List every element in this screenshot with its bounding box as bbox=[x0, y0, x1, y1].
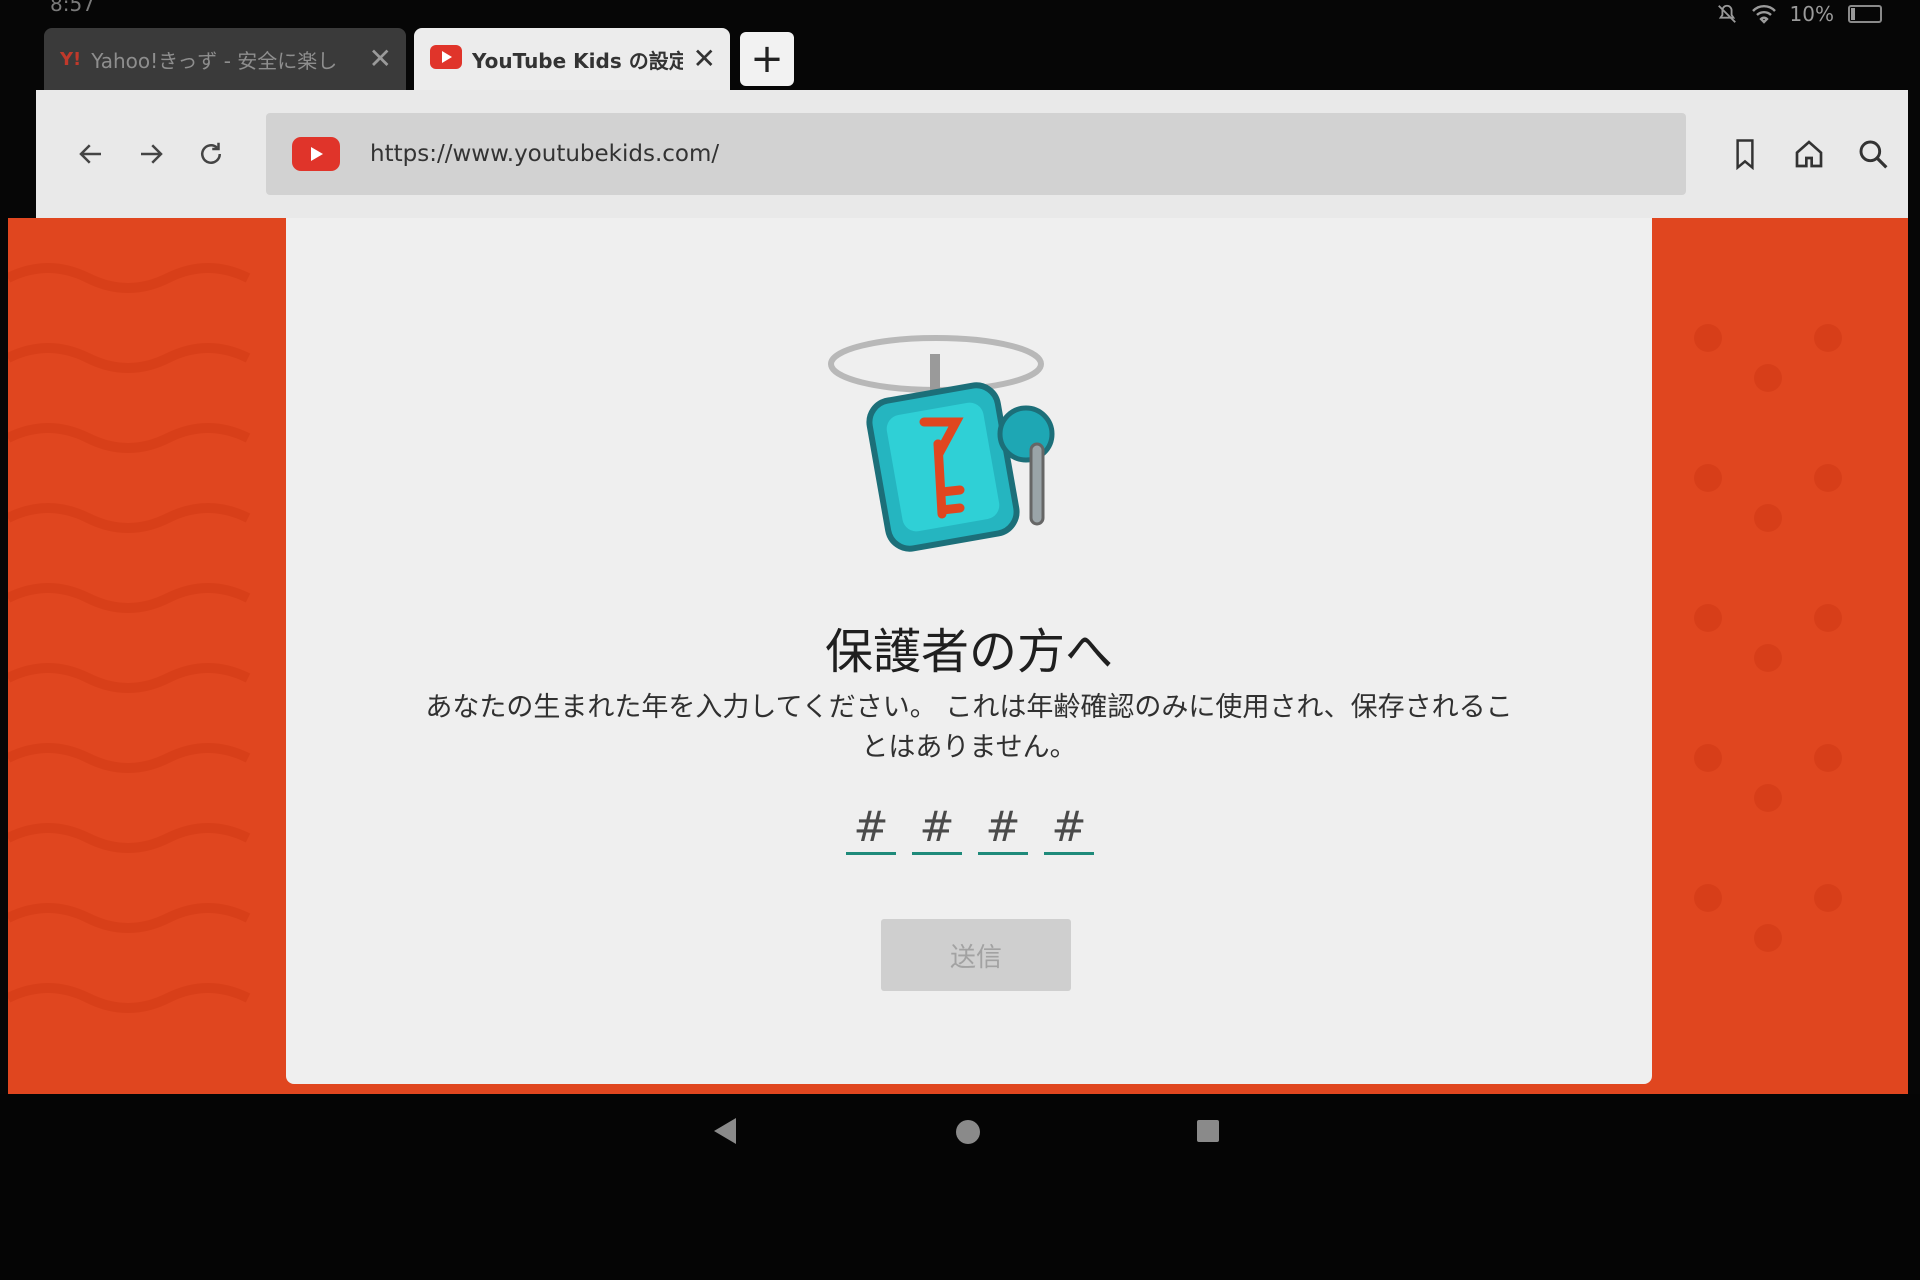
new-tab-button[interactable]: + bbox=[740, 32, 794, 86]
birth-year-digit-3[interactable] bbox=[978, 800, 1028, 855]
tab-yahoo-kids[interactable]: Y! Yahoo!きっず - 安全に楽し ✕ bbox=[44, 28, 406, 90]
bookmark-button[interactable] bbox=[1716, 125, 1774, 183]
home-icon bbox=[1795, 140, 1823, 168]
birth-year-input-group bbox=[846, 800, 1094, 855]
youtube-icon bbox=[430, 45, 462, 73]
submit-button[interactable]: 送信 bbox=[881, 919, 1071, 991]
youtube-icon bbox=[292, 137, 340, 171]
system-home-icon[interactable] bbox=[956, 1120, 980, 1144]
close-tab-icon[interactable]: ✕ bbox=[369, 45, 392, 73]
page-description: あなたの生まれた年を入力してください。 これは年齢確認のみに使用され、保存される… bbox=[425, 692, 1513, 763]
arrow-left-icon bbox=[79, 144, 101, 164]
bookmark-icon bbox=[1736, 139, 1754, 170]
tab-title: YouTube Kids の設定 bbox=[472, 48, 683, 73]
url-text[interactable]: https://www.youtubekids.com/ bbox=[370, 141, 719, 167]
search-icon bbox=[1859, 140, 1888, 169]
birth-year-digit-2[interactable] bbox=[912, 800, 962, 855]
reload-button[interactable] bbox=[182, 125, 240, 183]
browser-toolbar: https://www.youtubekids.com/ bbox=[36, 90, 1908, 218]
parent-verification-card: 保護者の方へ あなたの生まれた年を入力してください。 これは年齢確認のみに使用さ… bbox=[286, 218, 1652, 1084]
forward-button[interactable] bbox=[122, 125, 180, 183]
search-button[interactable] bbox=[1844, 125, 1902, 183]
status-icons: 10% bbox=[1716, 2, 1882, 26]
birth-year-digit-1[interactable] bbox=[846, 800, 896, 855]
wifi-icon bbox=[1751, 4, 1776, 24]
battery-icon bbox=[1848, 5, 1882, 23]
arrow-right-icon bbox=[141, 144, 163, 164]
system-navigation-bar bbox=[0, 1094, 1920, 1280]
tab-strip: Y! Yahoo!きっず - 安全に楽し ✕ YouTube Kids の設定 … bbox=[44, 26, 794, 90]
tab-youtube-kids-settings[interactable]: YouTube Kids の設定 ✕ bbox=[414, 28, 730, 90]
reload-icon bbox=[201, 142, 221, 164]
home-button[interactable] bbox=[1780, 125, 1838, 183]
yahoo-favicon-icon: Y! bbox=[60, 48, 82, 70]
web-content: 保護者の方へ あなたの生まれた年を入力してください。 これは年齢確認のみに使用さ… bbox=[8, 218, 1908, 1094]
status-time: 8:57 bbox=[50, 0, 95, 16]
system-back-icon[interactable] bbox=[712, 1116, 738, 1146]
notifications-off-icon bbox=[1716, 3, 1738, 25]
system-recents-icon[interactable] bbox=[1197, 1120, 1219, 1142]
page-heading: 保護者の方へ bbox=[824, 624, 1113, 680]
birth-year-digit-4[interactable] bbox=[1044, 800, 1094, 855]
close-tab-icon[interactable]: ✕ bbox=[693, 45, 716, 73]
battery-level: 10% bbox=[1789, 2, 1834, 26]
flying-tv-key-icon bbox=[828, 335, 1055, 552]
back-button[interactable] bbox=[62, 125, 120, 183]
tab-title: Yahoo!きっず - 安全に楽し bbox=[91, 48, 338, 73]
address-bar[interactable]: https://www.youtubekids.com/ bbox=[266, 113, 1686, 195]
